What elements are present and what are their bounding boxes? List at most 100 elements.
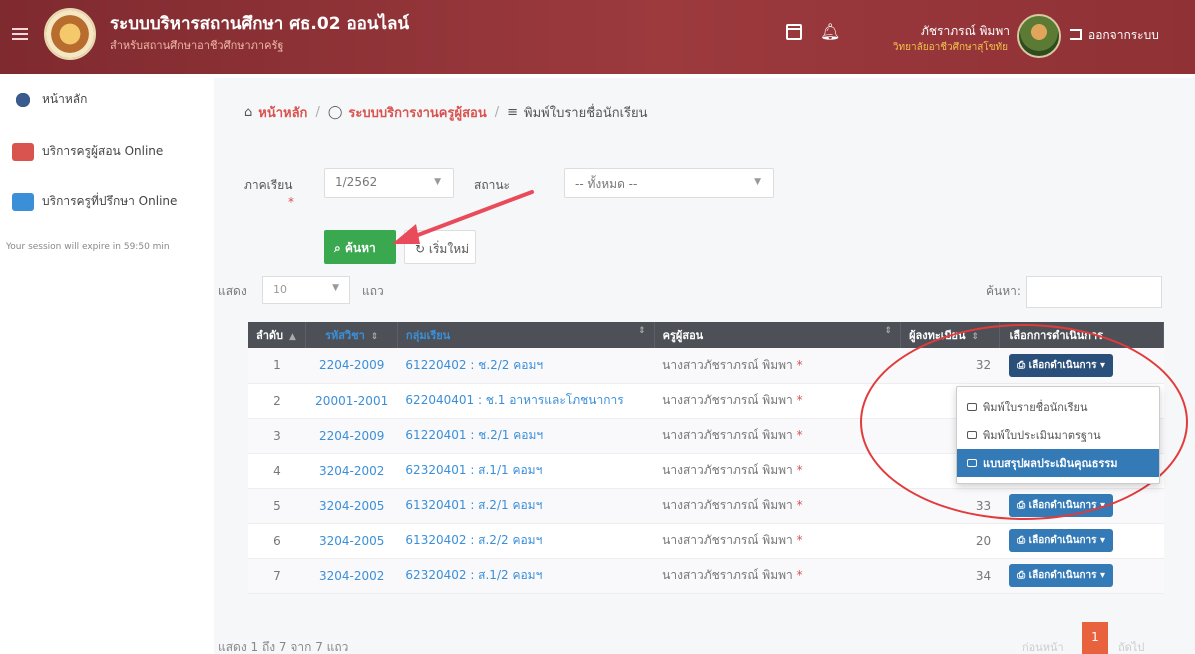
select-action-button[interactable]: ⎙ เลือกดำเนินการ ▾ [1009,494,1114,517]
breadcrumb-current: พิมพ์ใบรายชื่อนักเรียน [524,106,648,121]
sidebar-item-teacher-online[interactable]: บริการครูผู้สอน Online [12,142,163,161]
sidebar-item-label: หน้าหลัก [42,92,88,106]
menu-item-ethics-evaluation-summary[interactable]: แบบสรุปผลประเมินคุณธรรม [957,449,1159,477]
cell-teacher: นางสาวภัชราภรณ์ พิมพา * [654,383,901,419]
print-icon [967,431,977,439]
sidebar-item-advisor-online[interactable]: บริการครูที่ปรึกษา Online [12,192,177,211]
cell-course-code[interactable]: 3204-2002 [305,453,398,489]
pagination-next[interactable]: ถัดไป [1118,638,1144,654]
chevron-down-icon: ▼ [754,177,761,187]
pagination-page[interactable]: 1 [1082,622,1108,654]
pagination-prev[interactable]: ก่อนหน้า [1022,638,1064,654]
cell-class-group[interactable]: 622040401 : ช.1 อาหารและโภชนาการ [397,383,655,419]
cell-class-group[interactable]: 62320402 : ส.1/2 คอมฯ [397,558,655,594]
column-label: ลำดับ [256,329,284,342]
monitor-icon [12,192,34,211]
print-icon: ⎙ [1017,535,1029,546]
cell-class-group[interactable]: 61220402 : ช.2/2 คอมฯ [397,348,655,384]
school-logo [44,8,96,60]
required-marker: * [796,428,803,442]
select-action-button[interactable]: ⎙ เลือกดำเนินการ ▾ [1009,529,1114,552]
home-icon: ⌂ [244,105,253,120]
select-action-button[interactable]: ⎙ เลือกดำเนินการ ▾ [1009,353,1114,377]
column-header-group[interactable]: กลุ่มเรียน ⇕ [397,322,655,348]
cell-registered-count: 33 [900,488,1000,524]
top-header: ระบบบริหารสถานศึกษา ศธ.02 ออนไลน์ สำหรับ… [0,0,1195,74]
table-row: 6 3204-2005 61320402 : ส.2/2 คอมฯ นางสาวภัช… [248,523,1164,559]
column-header-registered[interactable]: ผู้ลงทะเบียน ⇕ [900,322,1000,348]
breadcrumb-section[interactable]: ระบบบริการงานครูผู้สอน [348,102,486,123]
sort-icon: ▲ [289,332,296,342]
cell-class-group[interactable]: 61220401 : ช.2/1 คอมฯ [397,418,655,454]
user-name: ภัชราภรณ์ พิมพา [920,24,1010,38]
cell-no: 5 [248,488,306,524]
page-length-select[interactable]: 10 ▼ [262,276,350,304]
sidebar-item-label: บริการครูผู้สอน Online [42,144,164,158]
cell-teacher: นางสาวภัชราภรณ์ พิมพา * [654,523,901,559]
chevron-down-icon: ▼ [434,177,441,187]
action-dropdown-menu: พิมพ์ใบรายชื่อนักเรียน พิมพ์ใบประเมินมาต… [956,386,1160,484]
sidebar: หน้าหลัก บริการครูผู้สอน Online บริการคร… [0,74,210,654]
required-marker: * [796,568,803,582]
cell-course-code[interactable]: 3204-2005 [305,523,398,559]
column-header-teacher[interactable]: ครูผู้สอน ⇕ [654,322,902,348]
cell-course-code[interactable]: 2204-2009 [305,348,398,384]
cell-no: 1 [248,348,306,384]
list-icon: ≡ [507,105,519,120]
breadcrumb-separator: / [494,105,500,120]
column-header-code[interactable]: รหัสวิชา ⇕ [305,322,398,348]
cell-course-code[interactable]: 3204-2005 [305,488,398,524]
print-icon: ⎙ [1017,500,1029,511]
bell-icon[interactable]: 🔔︎ [820,24,840,40]
logout-icon [1070,29,1082,40]
select-action-label: เลือกดำเนินการ [1028,500,1097,511]
menu-item-print-standard-evaluation[interactable]: พิมพ์ใบประเมินมาตรฐาน [957,421,1159,449]
print-icon: ⎙ [1017,359,1029,371]
cell-class-group[interactable]: 61320402 : ส.2/2 คอมฯ [397,523,655,559]
cell-course-code[interactable]: 2204-2009 [305,418,398,454]
cell-no: 3 [248,418,306,454]
cell-course-code[interactable]: 3204-2002 [305,558,398,594]
logout-button[interactable]: ออกจากระบบ [1070,26,1159,45]
cell-registered-count: 32 [900,348,1000,384]
column-header-no[interactable]: ลำดับ ▲ [248,322,307,348]
teacher-name: นางสาวภัชราภรณ์ พิมพา [662,498,793,512]
cell-registered-count: 34 [900,558,1000,594]
sort-icon: ⇕ [971,332,980,342]
table-search-label: ค้นหา: [986,284,1021,298]
menu-toggle-icon[interactable] [12,28,28,42]
chevron-down-icon: ▼ [332,283,339,293]
cell-teacher: นางสาวภัชราภรณ์ พิมพา * [654,348,901,384]
menu-item-print-student-list[interactable]: พิมพ์ใบรายชื่อนักเรียน [957,393,1159,421]
required-marker: * [288,195,294,209]
table-header-row: ลำดับ ▲ รหัสวิชา ⇕ กลุ่มเรียน ⇕ ครูผู้สอน ⇕ … [248,322,1165,348]
status-select[interactable]: -- ทั้งหมด -- ▼ [564,168,774,198]
cell-action: ⎙ เลือกดำเนินการ ▾ [999,558,1164,594]
semester-label: ภาคเรียน * [244,176,294,209]
cell-course-code[interactable]: 20001-2001 [305,383,398,419]
session-timer: Your session will expire in 59:50 min [6,242,170,252]
search-button-label: ค้นหา [344,241,376,255]
cell-teacher: นางสาวภัชราภรณ์ พิมพา * [654,453,901,489]
select-action-label: เลือกดำเนินการ [1028,570,1097,581]
menu-item-label: พิมพ์ใบรายชื่อนักเรียน [983,401,1088,414]
menu-item-label: พิมพ์ใบประเมินมาตรฐาน [983,429,1101,442]
table-search-input[interactable] [1026,276,1162,308]
calendar-icon[interactable] [786,24,802,40]
required-marker: * [796,393,803,407]
avatar[interactable] [1017,14,1061,58]
print-icon [967,403,977,411]
dashboard-icon [12,90,34,109]
breadcrumb-home[interactable]: หน้าหลัก [258,102,307,123]
cell-class-group[interactable]: 62320401 : ส.1/1 คอมฯ [397,453,655,489]
select-action-button[interactable]: ⎙ เลือกดำเนินการ ▾ [1009,564,1114,587]
semester-label-text: ภาคเรียน [244,178,293,192]
sidebar-item-home[interactable]: หน้าหลัก [12,90,87,109]
cell-no: 4 [248,453,306,489]
required-marker: * [796,533,803,547]
cell-class-group[interactable]: 61320401 : ส.2/1 คอมฯ [397,488,655,524]
cell-no: 2 [248,383,306,419]
search-icon: ⌕ [334,241,345,255]
sort-icon: ⇕ [370,332,379,342]
teacher-name: นางสาวภัชราภรณ์ พิมพา [662,357,793,372]
